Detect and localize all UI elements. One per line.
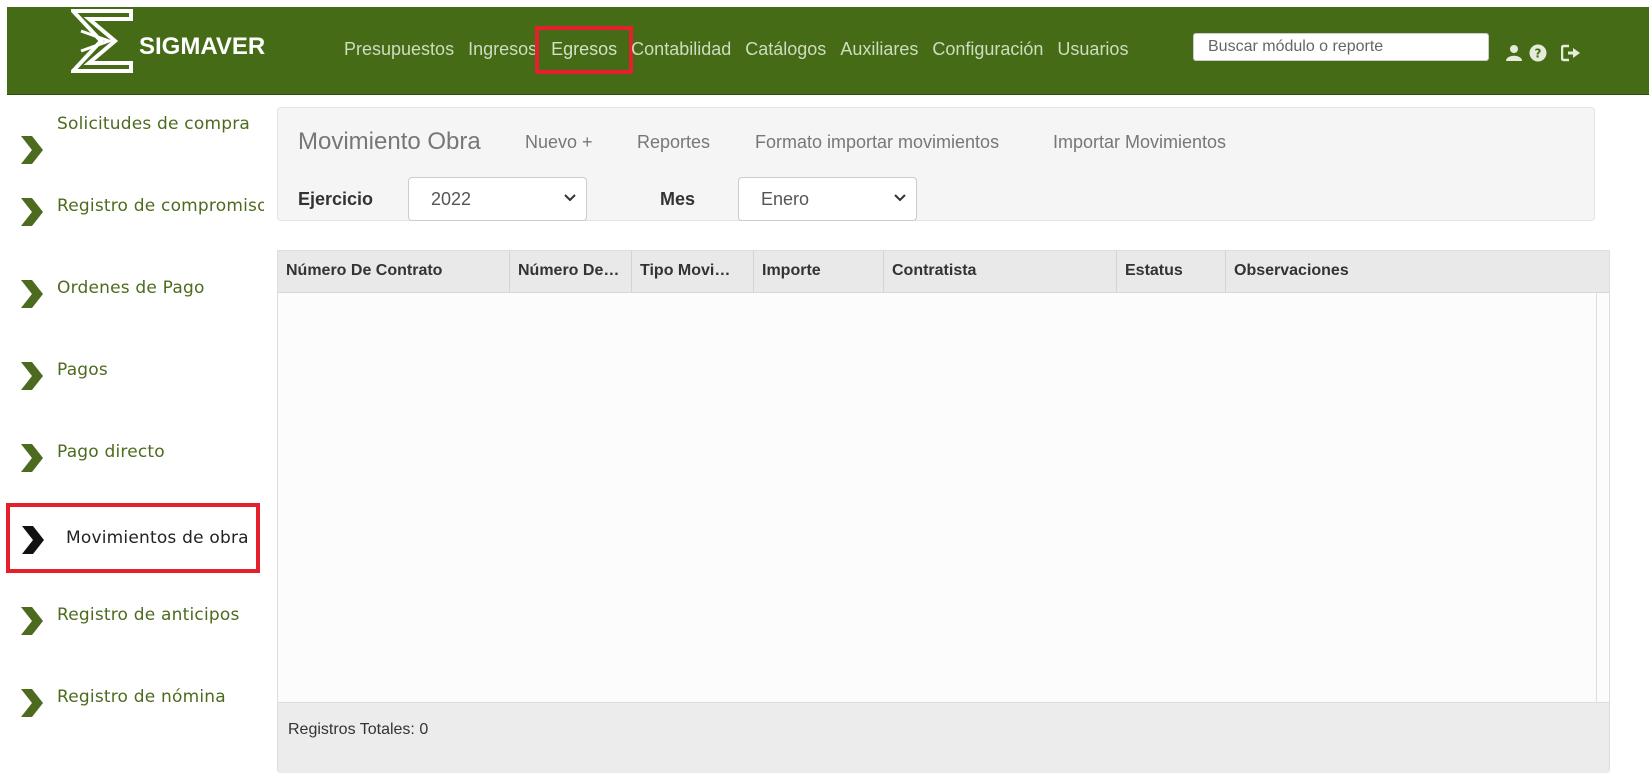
new-button[interactable]: Nuevo + [525,132,593,153]
nav-item-ingresos[interactable]: Ingresos [461,35,544,65]
grid-header: Número De Contrato Número De… Tipo Movi…… [278,251,1609,293]
sidebar-item-label: Registro de nómina [57,687,226,707]
column-header-estatus[interactable]: Estatus [1117,251,1226,292]
chevron-right-icon [21,136,43,164]
nav-icons: ? [1505,44,1581,62]
user-icon[interactable] [1505,44,1523,62]
column-header-tipo-movimiento[interactable]: Tipo Movi… [632,251,754,292]
total-records: Registros Totales: 0 [288,721,429,738]
column-header-observaciones[interactable]: Observaciones [1226,251,1609,292]
sidebar-item-label: Registro de anticipos [57,605,240,625]
main-menu: Presupuestos Ingresos Egresos Contabilid… [337,26,1135,74]
toolbar-panel: Movimiento Obra Nuevo + Reportes Formato… [277,107,1595,221]
nav-item-configuracion[interactable]: Configuración [925,35,1050,65]
chevron-right-icon [21,444,43,472]
sidebar-item-label: Solicitudes de compra [57,114,251,134]
ejercicio-value: 2022 [431,189,472,209]
nav-item-auxiliares[interactable]: Auxiliares [833,35,925,65]
sidebar-item-pagos[interactable]: Pagos [0,356,268,416]
sidebar-item-registro-de-compromiso[interactable]: Registro de compromiso [0,192,268,252]
sidebar-item-ordenes-de-pago[interactable]: Ordenes de Pago [0,274,268,334]
chevron-right-icon [21,198,43,226]
nav-item-contabilidad[interactable]: Contabilidad [624,35,738,65]
chevron-right-icon [21,689,43,717]
reports-button[interactable]: Reportes [637,132,710,153]
chevron-down-icon [564,194,576,202]
mes-value: Enero [761,189,810,209]
sidebar-item-registro-de-nomina[interactable]: Registro de nómina [0,683,268,743]
nav-item-catalogos[interactable]: Catálogos [738,35,833,65]
chevron-right-icon [22,526,44,554]
sidebar-item-solicitudes-de-compra[interactable]: Solicitudes de compra [0,110,268,170]
nav-item-presupuestos[interactable]: Presupuestos [337,35,461,65]
chevron-right-icon [21,362,43,390]
sidebar-item-movimientos-de-obra[interactable]: Movimientos de obra [6,503,260,573]
movements-grid: Número De Contrato Número De… Tipo Movi…… [277,250,1610,773]
logout-icon[interactable] [1561,44,1581,62]
column-header-importe[interactable]: Importe [754,251,884,292]
mes-select[interactable]: Enero [738,177,917,221]
mes-label: Mes [660,189,696,209]
search-input[interactable] [1193,33,1489,61]
sidebar-item-label: Registro de compromiso [57,196,264,216]
ejercicio-select[interactable]: 2022 [408,177,587,221]
sidebar-item-label: Movimientos de obra [66,528,249,548]
sidebar-item-registro-de-anticipos[interactable]: Registro de anticipos [0,601,268,661]
import-format-button[interactable]: Formato importar movimientos [755,132,999,153]
column-header-numero-contrato[interactable]: Número De Contrato [278,251,510,292]
sidebar-item-label: Pago directo [57,442,165,462]
sidebar-item-label: Ordenes de Pago [57,278,205,298]
sidebar-item-pago-directo[interactable]: Pago directo [0,438,268,498]
page-title: Movimiento Obra [298,128,481,155]
ejercicio-label: Ejercicio [298,189,374,209]
chevron-right-icon [21,607,43,635]
column-header-numero-de[interactable]: Número De… [510,251,632,292]
column-header-contratista[interactable]: Contratista [884,251,1117,292]
chevron-down-icon [894,194,906,202]
sidebar-item-label: Pagos [57,360,108,380]
nav-item-usuarios[interactable]: Usuarios [1050,35,1135,65]
nav-item-egresos[interactable]: Egresos [535,26,634,74]
svg-text:?: ? [1535,47,1542,61]
top-navbar: SIGMAVER Presupuestos Ingresos Egresos C… [7,7,1649,95]
sidebar: Solicitudes de compra Registro de compro… [0,94,268,771]
chevron-right-icon [21,280,43,308]
help-icon[interactable]: ? [1529,44,1547,62]
grid-body [278,292,1597,702]
sigmaver-logo-icon[interactable] [71,7,135,75]
grid-footer: Registros Totales: 0 [278,702,1609,773]
import-movements-button[interactable]: Importar Movimientos [1053,132,1226,153]
brand-name[interactable]: SIGMAVER [139,33,265,61]
